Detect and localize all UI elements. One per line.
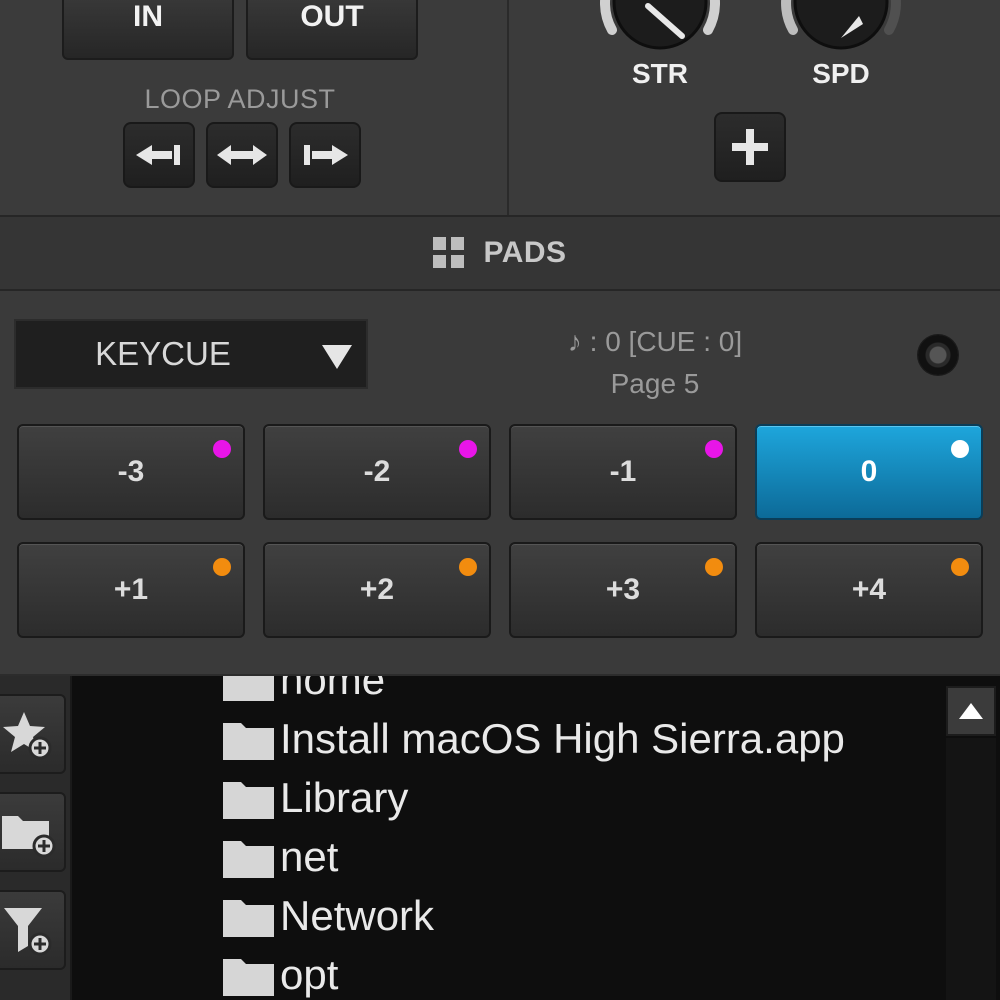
knob-icon xyxy=(600,0,720,50)
folder-item[interactable]: Install macOS High Sierra.app xyxy=(222,709,962,768)
folder-item[interactable]: Network xyxy=(222,886,962,945)
loop-in-button[interactable]: IN xyxy=(62,0,234,60)
loop-resize-button[interactable] xyxy=(206,122,278,188)
pad-color-dot xyxy=(213,558,231,576)
pad-label: +4 xyxy=(851,573,887,606)
arrow-right-bar-icon xyxy=(304,145,348,165)
loop-move-right-button[interactable] xyxy=(289,122,361,188)
str-knob[interactable] xyxy=(590,0,730,60)
pad-button[interactable]: -1 xyxy=(509,424,737,520)
pad-label: 0 xyxy=(860,455,878,488)
pad-label: -1 xyxy=(609,455,637,488)
pads-page-indicator: Page 5 xyxy=(610,368,700,399)
pad-button[interactable]: -2 xyxy=(263,424,491,520)
pad-button[interactable]: -3 xyxy=(17,424,245,520)
spd-knob[interactable] xyxy=(771,0,911,60)
pad-label: +3 xyxy=(605,573,641,606)
pad-color-dot xyxy=(459,440,477,458)
triangle-up-icon xyxy=(959,703,983,719)
pad-color-dot xyxy=(213,440,231,458)
browser-side-toolbar xyxy=(0,676,72,1000)
folder-icon xyxy=(223,676,274,701)
folder-icon xyxy=(223,958,274,996)
pad-label: -2 xyxy=(363,455,391,488)
pads-header[interactable]: PADS xyxy=(0,215,1000,291)
pads-panel: KEYCUE ♪ : 0 [CUE : 0] Page 5 -3 -2 -1 0… xyxy=(0,291,1000,674)
pad-label: +1 xyxy=(113,573,149,606)
pad-color-dot xyxy=(459,558,477,576)
pads-options-led-button[interactable] xyxy=(918,335,958,375)
folder-name: net xyxy=(280,832,339,880)
folder-item[interactable]: net xyxy=(222,827,962,886)
pad-color-dot xyxy=(951,440,969,458)
add-filter-folder-button[interactable] xyxy=(0,890,66,970)
folder-icon xyxy=(223,840,274,878)
pad-color-dot xyxy=(705,440,723,458)
triangle-down-icon xyxy=(322,345,352,369)
folder-name: Library xyxy=(280,773,409,821)
folder-tree: home Install macOS High Sierra.app Libra… xyxy=(222,674,962,1000)
folder-name: Install macOS High Sierra.app xyxy=(280,714,845,762)
folder-icon xyxy=(223,781,274,819)
loop-out-button[interactable]: OUT xyxy=(246,0,418,60)
pads-title: PADS xyxy=(483,236,567,269)
loop-out-label: OUT xyxy=(300,0,364,33)
pad-label: +2 xyxy=(359,573,395,606)
top-controls: IN OUT LOOP ADJUST STR SPD xyxy=(0,0,1000,215)
effect-knobs-section: STR SPD xyxy=(509,0,1000,215)
loop-adjust-label: LOOP ADJUST xyxy=(144,84,336,114)
arrow-left-bar-icon xyxy=(136,145,180,165)
folder-item[interactable]: opt xyxy=(222,945,962,1000)
scroll-up-button[interactable] xyxy=(946,686,996,736)
add-favorite-button[interactable] xyxy=(0,694,66,774)
file-browser: home Install macOS High Sierra.app Libra… xyxy=(0,674,1000,1000)
grid-icon xyxy=(433,237,465,268)
loop-section: IN OUT LOOP ADJUST xyxy=(0,0,508,215)
spd-knob-label: SPD xyxy=(812,58,870,89)
plus-icon xyxy=(732,129,768,165)
folder-name: opt xyxy=(280,950,339,998)
pad-button[interactable]: +3 xyxy=(509,542,737,638)
folder-add-icon xyxy=(2,816,56,858)
add-effect-button[interactable] xyxy=(714,112,786,182)
loop-in-label: IN xyxy=(133,0,163,33)
loop-move-left-button[interactable] xyxy=(123,122,195,188)
pad-button[interactable]: +2 xyxy=(263,542,491,638)
pad-mode-value: KEYCUE xyxy=(95,335,231,372)
star-add-icon xyxy=(3,712,52,760)
pad-mode-dropdown[interactable]: KEYCUE xyxy=(14,319,368,389)
scrollbar-track[interactable] xyxy=(946,738,996,1000)
filter-add-icon xyxy=(4,908,52,956)
pad-color-dot xyxy=(705,558,723,576)
folder-item[interactable]: Library xyxy=(222,768,962,827)
pad-button[interactable]: 0 xyxy=(755,424,983,520)
pad-button[interactable]: +1 xyxy=(17,542,245,638)
add-virtual-folder-button[interactable] xyxy=(0,792,66,872)
pads-key-cue-readout: ♪ : 0 [CUE : 0] xyxy=(567,326,743,357)
knob-icon xyxy=(781,0,901,50)
arrow-left-right-icon xyxy=(217,145,267,165)
str-knob-label: STR xyxy=(632,58,688,89)
folder-item[interactable]: home xyxy=(222,674,962,709)
pad-color-dot xyxy=(951,558,969,576)
folder-icon xyxy=(223,722,274,760)
folder-name: home xyxy=(280,674,386,703)
pads-info: ♪ : 0 [CUE : 0] Page 5 xyxy=(520,321,790,405)
pad-label: -3 xyxy=(117,455,145,488)
folder-icon xyxy=(223,899,274,937)
folder-name: Network xyxy=(280,891,435,939)
pad-button[interactable]: +4 xyxy=(755,542,983,638)
